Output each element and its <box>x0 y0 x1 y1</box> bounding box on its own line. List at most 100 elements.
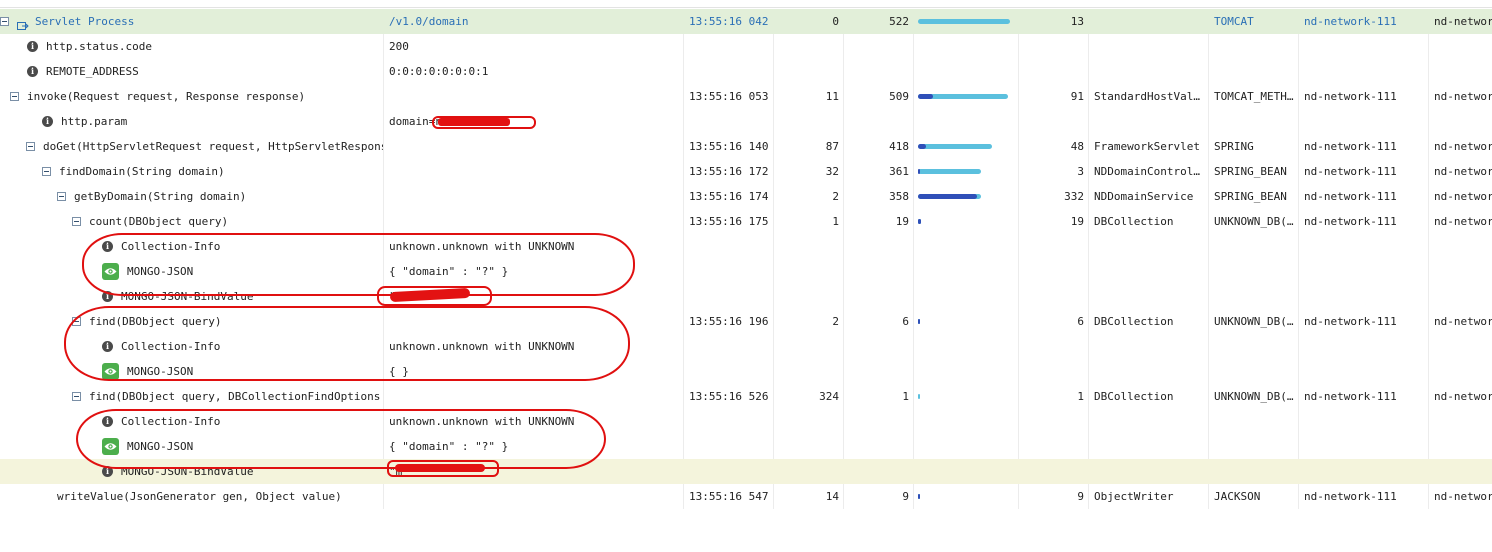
tree-node[interactable]: i MONGO-JSON-BindValue <box>102 459 253 484</box>
tree-node[interactable]: i Collection-Info <box>102 334 220 359</box>
table-row[interactable]: getByDomain(String domain) 13:55:16 174 2 3… <box>0 184 1492 209</box>
tree-node[interactable]: i MONGO-JSON-BindValue <box>102 284 253 309</box>
info-icon: i <box>42 116 53 127</box>
table-row[interactable]: find(DBObject query, DBCollectionFindOpt… <box>0 384 1492 409</box>
agent-id: nd-network-111 <box>1304 315 1397 328</box>
exec-bar-cell <box>914 84 1020 109</box>
exec-bar-cell <box>914 159 1020 184</box>
table-row[interactable]: i REMOTE_ADDRESS 0:0:0:0:0:0:0:1 <box>0 59 1492 84</box>
exec-bar-self <box>918 219 921 224</box>
collapse-toggle-icon[interactable] <box>26 142 35 151</box>
table-row[interactable]: find(DBObject query) 13:55:16 196 2 6 6 DBCol… <box>0 309 1492 334</box>
table-row[interactable]: i MONGO-JSON-BindValue "m" <box>0 459 1492 484</box>
table-row[interactable]: i http.status.code 200 <box>0 34 1492 59</box>
table-row[interactable]: i Collection-Info unknown.unknown with UNK… <box>0 409 1492 434</box>
collapse-toggle-icon[interactable] <box>72 217 81 226</box>
tree-cell: i Collection-Info <box>0 409 383 434</box>
tree-node[interactable]: MONGO-JSON <box>102 359 193 384</box>
self-ms: 48 <box>1070 140 1084 153</box>
collapse-toggle-icon[interactable] <box>0 17 9 26</box>
tree-node[interactable]: find(DBObject query, DBCollectionFindOpt… <box>72 384 380 409</box>
tree-cell: MONGO-JSON <box>0 259 383 284</box>
table-row[interactable]: i http.param domain=nd.com <box>0 109 1492 134</box>
exec-ms: 509 <box>889 90 909 103</box>
self-ms: 6 <box>1077 315 1084 328</box>
info-icon: i <box>102 341 113 352</box>
info-icon: i <box>27 41 38 52</box>
class-name: NDDomainControl… <box>1094 165 1200 178</box>
gap-ms: 0 <box>832 15 839 28</box>
tree-cell: doGet(HttpServletRequest request, HttpSe… <box>0 134 383 159</box>
exec-bar <box>918 19 1010 24</box>
table-row[interactable]: MONGO-JSON { "domain" : "?" } <box>0 434 1492 459</box>
eye-icon[interactable] <box>102 263 119 280</box>
table-row[interactable]: MONGO-JSON { "domain" : "?" } <box>0 259 1492 284</box>
collapse-toggle-icon[interactable] <box>72 317 81 326</box>
node-label: MONGO-JSON <box>127 440 194 453</box>
tree-cell: getByDomain(String domain) <box>0 184 383 209</box>
application-name: nd-networ <box>1434 190 1492 203</box>
gap-ms: 324 <box>819 390 839 403</box>
node-label: find(DBObject query, DBCollectionFindOpt… <box>89 390 381 403</box>
table-row[interactable]: Servlet Process/v1.0/domain 13:55:16 042 0… <box>0 9 1492 34</box>
node-label: writeValue(JsonGenerator gen, Object val… <box>57 490 342 503</box>
tree-node[interactable]: i http.param <box>42 109 127 134</box>
collapse-toggle-icon[interactable] <box>57 192 66 201</box>
argument-value: { "domain" : "?" } <box>389 440 509 453</box>
exec-bar-cell <box>914 384 1020 409</box>
agent-id: nd-network-111 <box>1304 390 1397 403</box>
table-row[interactable]: i Collection-Info unknown.unknown with UNK… <box>0 234 1492 259</box>
collapse-toggle-icon[interactable] <box>10 92 19 101</box>
eye-icon[interactable] <box>102 363 119 380</box>
application-name: nd-networ <box>1434 490 1492 503</box>
tree-node[interactable]: invoke(Request request, Response respons… <box>10 84 305 109</box>
exec-ms: 361 <box>889 165 909 178</box>
tree-node[interactable]: findDomain(String domain) <box>42 159 225 184</box>
start-time: 13:55:16 140 <box>689 140 769 153</box>
exec-bar-cell <box>914 134 1020 159</box>
tree-node[interactable]: i Collection-Info <box>102 234 220 259</box>
argument-value: ""com <box>389 290 423 303</box>
tree-node[interactable]: i Collection-Info <box>102 409 220 434</box>
exec-bar-cell <box>914 484 1020 509</box>
tree-node[interactable]: count(DBObject query) <box>72 209 228 234</box>
tree-node[interactable]: MONGO-JSON <box>102 434 193 459</box>
tree-node[interactable]: i http.status.code <box>27 34 152 59</box>
tree-cell: findDomain(String domain) <box>0 159 383 184</box>
exec-bar <box>918 394 920 399</box>
table-row[interactable]: i MONGO-JSON-BindValue ""com <box>0 284 1492 309</box>
tree-node[interactable]: Servlet Process <box>0 9 134 34</box>
tree-node[interactable]: i REMOTE_ADDRESS <box>27 59 139 84</box>
collapse-toggle-icon[interactable] <box>72 392 81 401</box>
tree-node[interactable]: find(DBObject query) <box>72 309 221 334</box>
tree-node[interactable]: MONGO-JSON <box>102 259 193 284</box>
tree-cell: Servlet Process <box>0 9 383 34</box>
class-name: ObjectWriter <box>1094 490 1174 503</box>
exec-bar <box>918 194 981 199</box>
table-row[interactable]: findDomain(String domain) 13:55:16 172 32 3… <box>0 159 1492 184</box>
table-row[interactable]: invoke(Request request, Response respons… <box>0 84 1492 109</box>
tree-node[interactable]: getByDomain(String domain) <box>57 184 246 209</box>
tree-node[interactable]: writeValue(JsonGenerator gen, Object val… <box>57 484 342 509</box>
exec-bar-cell <box>914 184 1020 209</box>
table-row[interactable]: writeValue(JsonGenerator gen, Object val… <box>0 484 1492 509</box>
exec-bar <box>918 219 921 224</box>
collapse-toggle-icon[interactable] <box>42 167 51 176</box>
info-icon: i <box>27 66 38 77</box>
exec-ms: 9 <box>902 490 909 503</box>
argument-value: { "domain" : "?" } <box>389 265 509 278</box>
exec-ms: 358 <box>889 190 909 203</box>
tree-node[interactable]: doGet(HttpServletRequest request, HttpSe… <box>26 134 383 159</box>
table-row[interactable]: i Collection-Info unknown.unknown with UNK… <box>0 334 1492 359</box>
table-row[interactable]: count(DBObject query) 13:55:16 175 1 19 19 DB… <box>0 209 1492 234</box>
tree-cell: i MONGO-JSON-BindValue <box>0 459 383 484</box>
tree-cell: i Collection-Info <box>0 334 383 359</box>
exec-ms: 522 <box>889 15 909 28</box>
eye-icon[interactable] <box>102 438 119 455</box>
table-row[interactable]: MONGO-JSON { } <box>0 359 1492 384</box>
agent-id: nd-network-111 <box>1304 215 1397 228</box>
node-label: Collection-Info <box>121 340 221 353</box>
class-name: StandardHostVal… <box>1094 90 1200 103</box>
tree-cell: find(DBObject query, DBCollectionFindOpt… <box>0 384 383 409</box>
table-row[interactable]: doGet(HttpServletRequest request, HttpSe… <box>0 134 1492 159</box>
